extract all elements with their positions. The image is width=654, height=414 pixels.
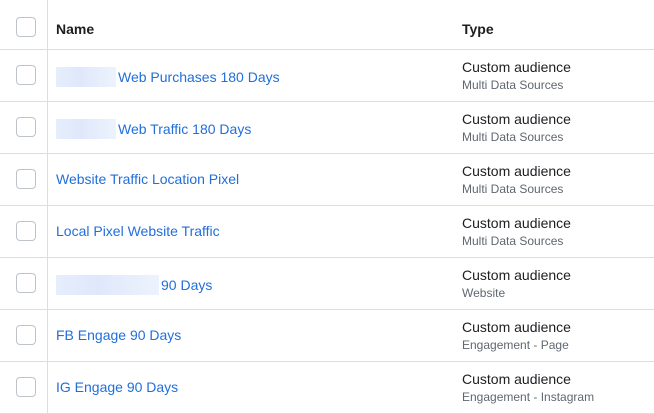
audience-name-link[interactable]: FB Engage 90 Days	[56, 327, 181, 343]
audience-type: Custom audience	[462, 59, 571, 75]
audience-type: Custom audience	[462, 111, 571, 127]
audience-name-link[interactable]: Local Pixel Website Traffic	[56, 223, 220, 239]
table-row: FB Engage 90 Days Custom audience Engage…	[0, 310, 654, 362]
table-row: Web Traffic 180 Days Custom audience Mul…	[0, 102, 654, 154]
audience-name-cell: Web Purchases 180 Days	[56, 67, 280, 87]
audience-name-cell: 90 Days	[56, 275, 212, 295]
table-row: Local Pixel Website Traffic Custom audie…	[0, 206, 654, 258]
audience-source: Engagement - Instagram	[462, 390, 595, 404]
redacted-name-prefix	[56, 275, 159, 295]
table-row: Website Traffic Location Pixel Custom au…	[0, 154, 654, 206]
row-checkbox[interactable]	[16, 377, 36, 397]
audience-source: Multi Data Sources	[462, 234, 564, 248]
row-checkbox[interactable]	[16, 169, 36, 189]
audience-type: Custom audience	[462, 371, 571, 387]
row-checkbox[interactable]	[16, 221, 36, 241]
audience-name-link[interactable]: 90 Days	[161, 277, 212, 293]
table-header: Name Type	[0, 0, 654, 50]
row-checkbox[interactable]	[16, 117, 36, 137]
audience-source: Engagement - Page	[462, 338, 569, 352]
audience-name-link[interactable]: Web Purchases 180 Days	[118, 69, 280, 85]
audience-name-link[interactable]: Web Traffic 180 Days	[118, 121, 251, 137]
audience-type: Custom audience	[462, 163, 571, 179]
audience-type: Custom audience	[462, 319, 571, 335]
audience-name-link[interactable]: IG Engage 90 Days	[56, 379, 178, 395]
audience-name-cell: Website Traffic Location Pixel	[56, 171, 239, 187]
audience-table: Name Type Web Purchases 180 Days Custom …	[0, 0, 654, 414]
audience-name-cell: Web Traffic 180 Days	[56, 119, 251, 139]
audience-name-cell: Local Pixel Website Traffic	[56, 223, 220, 239]
select-all-checkbox[interactable]	[16, 17, 36, 37]
type-column-header[interactable]: Type	[462, 21, 494, 37]
redacted-name-prefix	[56, 119, 116, 139]
name-column-header[interactable]: Name	[56, 21, 94, 37]
audience-type: Custom audience	[462, 215, 571, 231]
audience-source: Multi Data Sources	[462, 78, 564, 92]
audience-source: Multi Data Sources	[462, 182, 564, 196]
row-checkbox[interactable]	[16, 325, 36, 345]
row-checkbox[interactable]	[16, 273, 36, 293]
table-row: 90 Days Custom audience Website	[0, 258, 654, 310]
redacted-name-prefix	[56, 67, 116, 87]
audience-source: Multi Data Sources	[462, 130, 564, 144]
audience-type: Custom audience	[462, 267, 571, 283]
table-row: IG Engage 90 Days Custom audience Engage…	[0, 362, 654, 414]
audience-name-cell: IG Engage 90 Days	[56, 379, 178, 395]
row-checkbox[interactable]	[16, 65, 36, 85]
audience-name-link[interactable]: Website Traffic Location Pixel	[56, 171, 239, 187]
audience-source: Website	[462, 286, 506, 300]
audience-name-cell: FB Engage 90 Days	[56, 327, 181, 343]
table-row: Web Purchases 180 Days Custom audience M…	[0, 50, 654, 102]
